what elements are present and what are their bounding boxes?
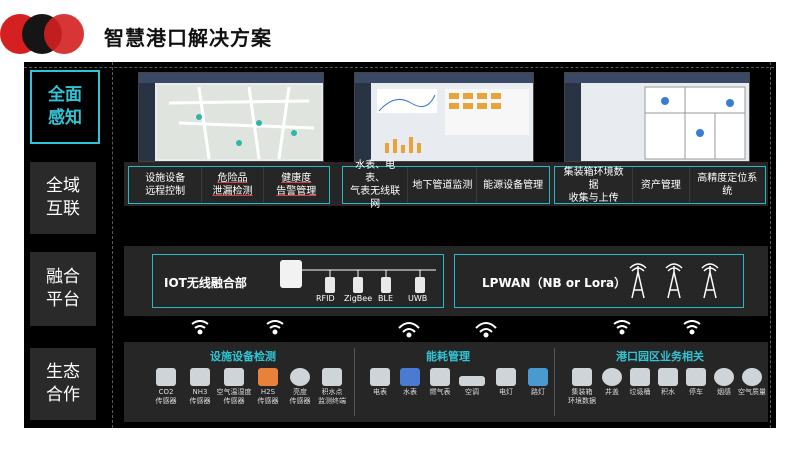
screenshot-floorplan (564, 72, 750, 162)
iot-item-uwb: UWB (408, 294, 428, 303)
gas-meter-icon (430, 368, 450, 386)
water-logging-terminal-icon (322, 368, 342, 386)
co2-sensor-icon (156, 368, 176, 386)
cell-hazard-detection: 危险品 泄漏检测 (202, 167, 264, 203)
cell-health-alarm: 健康度 告警管理 (276, 173, 317, 197)
lpwan-title: LPWAN（NB or Lora） (482, 276, 627, 290)
network-group-port: 集装箱环境数据 收集与上传 资产管理 高精度定位系统 (554, 166, 766, 204)
device-air-quality: 空气质量 (732, 368, 772, 397)
cell-positioning: 高精度定位系统 (697, 173, 758, 197)
network-group-facility: 设施设备 远程控制 危险品 泄漏检测 健康度 告警管理 (128, 166, 330, 204)
iot-item-zigbee: ZigBee (344, 294, 373, 303)
row-label-platform: 融合 平台 (30, 252, 96, 326)
ble-icon (381, 277, 391, 293)
trash-bin-icon (630, 368, 650, 386)
air-conditioner-icon (459, 376, 485, 386)
row-label-network: 全域 互联 (30, 162, 96, 234)
street-light-icon (528, 368, 548, 386)
architecture-diagram: 全面 感知 全域 互联 设施设备 远程控制 危险品 泄漏检测 健康度 告警管理 … (24, 62, 776, 428)
row-label-perception: 全面 感知 (30, 70, 100, 144)
screenshot-map (138, 72, 324, 162)
wireless-signal-icons (191, 320, 701, 338)
row-label-ecosystem: 生态 合作 (30, 348, 96, 420)
air-quality-icon (742, 368, 762, 386)
screenshot-dashboard (354, 72, 534, 162)
iot-title: IOT无线融合部 (164, 276, 247, 290)
iot-item-ble: BLE (378, 294, 393, 303)
facility-group-title: 设施设备检测 (210, 350, 276, 363)
water-meter-icon (400, 368, 420, 386)
cell-pipeline-monitor: 地下管道监测 (408, 167, 478, 203)
ecosystem-divider (354, 348, 355, 416)
iot-connector-lines (302, 269, 436, 278)
nh3-sensor-icon (190, 368, 210, 386)
rfid-icon (325, 277, 335, 293)
cell-meter-network: 水表、电表、 气表无线联网 (343, 160, 409, 210)
uwb-icon (415, 277, 425, 293)
zigbee-icon (353, 277, 363, 293)
page-title: 智慧港口解决方案 (104, 26, 272, 50)
device-water-logging: 积水点 监测终端 (312, 368, 352, 406)
container-env-icon (572, 368, 592, 386)
cell-asset-management: 资产管理 (633, 167, 690, 203)
parking-icon (686, 368, 706, 386)
humidity-sensor-icon (224, 368, 244, 386)
antenna-icons (629, 263, 719, 299)
cell-remote-control: 设施设备 远程控制 (129, 167, 203, 203)
iot-item-rfid: RFID (316, 294, 335, 303)
cell-container-data: 集装箱环境数据 收集与上传 (555, 167, 634, 204)
dashed-guide (112, 62, 113, 428)
light-icon (496, 368, 516, 386)
h2s-sensor-icon (258, 368, 278, 386)
brand-logo (0, 14, 84, 54)
water-accumulation-icon (658, 368, 678, 386)
manhole-cover-icon (602, 368, 622, 386)
power-meter-icon (370, 368, 390, 386)
device-street-light: 路灯 (518, 368, 558, 397)
brightness-sensor-icon (290, 368, 310, 386)
port-group-title: 港口园区业务相关 (616, 350, 704, 363)
energy-group-title: 能耗管理 (426, 350, 470, 363)
cell-energy-equipment: 能源设备管理 (483, 179, 544, 191)
dashed-guide (24, 67, 774, 68)
smoke-detector-icon (714, 368, 734, 386)
network-group-utility: 水表、电表、 气表无线联网 地下管道监测 能源设备管理 (342, 160, 550, 210)
